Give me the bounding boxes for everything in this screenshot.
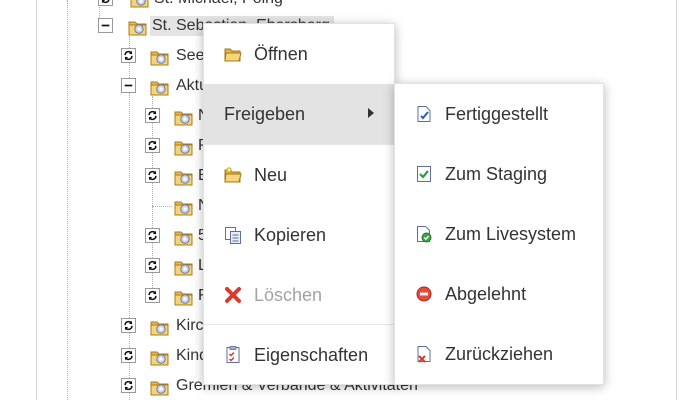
menu-item-delete: Löschen [204, 265, 394, 325]
tree-toggle-refresh[interactable] [145, 108, 160, 123]
folder-icon [128, 18, 148, 36]
menu-item-label: Zum Livesystem [445, 223, 577, 244]
folder-icon [150, 78, 170, 96]
folder-new-icon [224, 167, 242, 183]
tree-toggle-refresh[interactable] [145, 288, 160, 303]
menu-item-open[interactable]: Öffnen [204, 24, 394, 84]
menu-item-label: Abgelehnt [445, 283, 527, 304]
folder-icon [174, 258, 194, 276]
tree-toggle-refresh[interactable] [121, 318, 136, 333]
tree-toggle-collapse[interactable] [98, 18, 113, 33]
delete-icon [225, 287, 241, 303]
submenu-item-withdraw[interactable]: Zurückziehen [395, 324, 603, 384]
folder-icon [174, 198, 194, 216]
document-withdraw-icon [417, 346, 431, 363]
menu-item-label: Öffnen [254, 43, 308, 64]
submenu-item-finished[interactable]: Fertiggestellt [395, 84, 603, 144]
tree-toggle-refresh[interactable] [98, 0, 113, 6]
submenu-arrow-icon [368, 108, 374, 118]
document-staging-icon [417, 166, 431, 182]
tree-toggle-refresh[interactable] [145, 168, 160, 183]
tree-toggle-refresh[interactable] [121, 348, 136, 363]
folder-icon [130, 0, 150, 8]
document-live-icon [417, 226, 432, 243]
folder-icon [174, 108, 194, 126]
properties-icon [226, 346, 240, 363]
copy-icon [225, 227, 241, 244]
menu-item-label: Fertiggestellt [445, 103, 549, 124]
menu-item-label: Löschen [254, 284, 323, 305]
folder-icon [150, 48, 170, 66]
submenu-item-staging[interactable]: Zum Staging [395, 144, 603, 204]
submenu-item-live[interactable]: Zum Livesystem [395, 204, 603, 264]
context-menu: Öffnen Freigeben Neu Kopieren Löschen Ei… [203, 23, 395, 385]
rejected-icon [416, 286, 432, 302]
menu-item-label: Kopieren [254, 224, 327, 245]
menu-item-publish[interactable]: Freigeben [204, 84, 394, 144]
tree-toggle-refresh[interactable] [145, 138, 160, 153]
folder-icon [174, 138, 194, 156]
menu-item-new[interactable]: Neu [204, 145, 394, 205]
tree-toggle-refresh[interactable] [121, 48, 136, 63]
menu-item-label: Freigeben [224, 103, 306, 124]
folder-icon [174, 228, 194, 246]
menu-item-label: Neu [254, 164, 288, 185]
publish-submenu: Fertiggestellt Zum Staging Zum Livesyste… [394, 83, 604, 385]
folder-icon [150, 318, 170, 336]
tree-item-label[interactable]: See [176, 46, 204, 66]
tree-left-border [36, 0, 37, 400]
tree-toggle-collapse[interactable] [121, 78, 136, 93]
menu-item-label: Zum Staging [445, 163, 548, 184]
folder-icon [174, 288, 194, 306]
menu-item-properties[interactable]: Eigenschaften [204, 325, 394, 385]
menu-item-copy[interactable]: Kopieren [204, 205, 394, 265]
folder-open-icon [224, 48, 242, 62]
tree-guide-line [152, 206, 172, 207]
tree-right-border [676, 0, 677, 400]
folder-icon [174, 168, 194, 186]
folder-icon [150, 348, 170, 366]
tree-item-label[interactable]: Kirc [176, 316, 204, 336]
tree-toggle-refresh[interactable] [121, 378, 136, 393]
menu-item-label: Eigenschaften [254, 344, 369, 365]
submenu-item-rejected[interactable]: Abgelehnt [395, 264, 603, 324]
menu-item-label: Zurückziehen [445, 343, 554, 364]
tree-item-label[interactable]: St. Michael, Poing [154, 0, 283, 9]
tree-toggle-refresh[interactable] [145, 258, 160, 273]
tree-guide-line [67, 0, 68, 400]
document-finished-icon [417, 106, 431, 122]
tree-toggle-refresh[interactable] [145, 228, 160, 243]
folder-icon [150, 378, 170, 396]
